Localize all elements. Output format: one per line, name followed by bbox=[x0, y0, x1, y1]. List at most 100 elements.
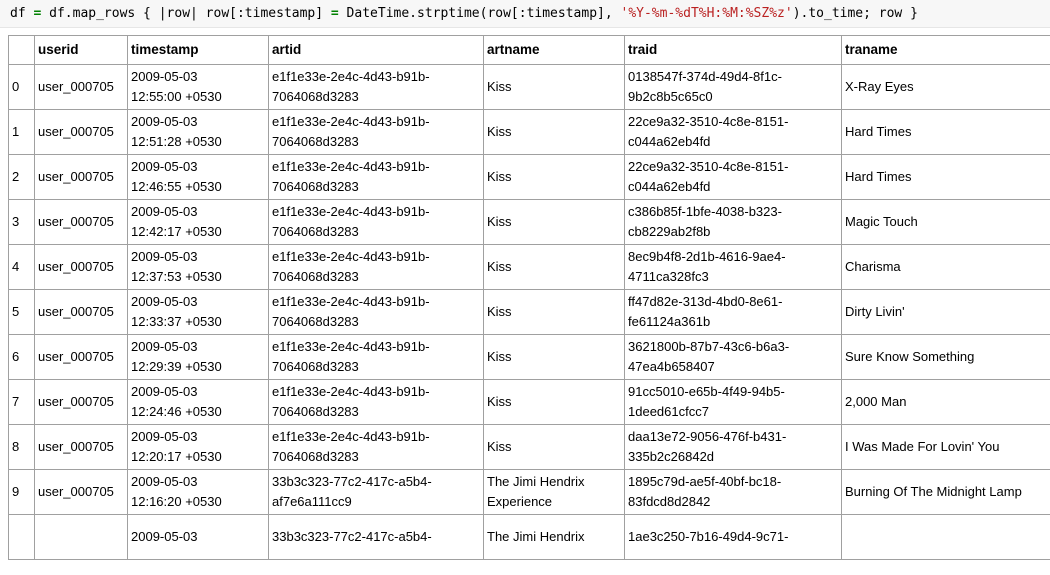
cell-artname-line: Kiss bbox=[487, 349, 512, 364]
cell-traid-line: 83fdcd8d2842 bbox=[628, 494, 710, 509]
cell-artid: 33b3c323-77c2-417c-a5b4-af7e6a111cc9 bbox=[269, 470, 484, 515]
table-row: 1user_0007052009-05-0312:51:28 +0530e1f1… bbox=[9, 110, 1050, 155]
cell-artid-line: 7064068d3283 bbox=[272, 449, 359, 464]
cell-traid-line: fe61124a361b bbox=[628, 314, 710, 329]
code-token: df bbox=[10, 6, 33, 21]
cell-artname: Kiss bbox=[484, 245, 625, 290]
code-token: ).to_time; row } bbox=[793, 6, 918, 21]
cell-traname: I Was Made For Lovin' You bbox=[842, 425, 1050, 470]
cell-timestamp-line: 12:37:53 +0530 bbox=[131, 269, 222, 284]
cell-traid-line: 1895c79d-ae5f-40bf-bc18- bbox=[628, 474, 781, 489]
cell-traid-line: 47ea4b658407 bbox=[628, 359, 715, 374]
row-index: 6 bbox=[9, 335, 35, 380]
cell-userid: user_000705 bbox=[35, 380, 128, 425]
dataframe-table: userid timestamp artid artname traid tra… bbox=[8, 35, 1050, 560]
cell-traname: Hard Times bbox=[842, 110, 1050, 155]
cell-timestamp-line: 12:55:00 +0530 bbox=[131, 89, 222, 104]
cell-artname-line: Kiss bbox=[487, 394, 512, 409]
code-token: DateTime.strptime(row[:timestamp], bbox=[339, 6, 621, 21]
cell-artid-line: 7064068d3283 bbox=[272, 269, 359, 284]
cell-artid-line: 7064068d3283 bbox=[272, 89, 359, 104]
cell-traid: 0138547f-374d-49d4-8f1c-9b2c8b5c65c0 bbox=[625, 65, 842, 110]
cell-artname-line: Kiss bbox=[487, 439, 512, 454]
cell-artid-line: e1f1e33e-2e4c-4d43-b91b- bbox=[272, 294, 430, 309]
cell-traname: Burning Of The Midnight Lamp bbox=[842, 470, 1050, 515]
row-index: 7 bbox=[9, 380, 35, 425]
cell-artname-line: Kiss bbox=[487, 79, 512, 94]
table-row: 4user_0007052009-05-0312:37:53 +0530e1f1… bbox=[9, 245, 1050, 290]
dataframe-output: userid timestamp artid artname traid tra… bbox=[8, 35, 1050, 575]
cell-artname-line: Kiss bbox=[487, 259, 512, 274]
cell-traname bbox=[842, 515, 1050, 560]
cell-timestamp-line: 2009-05-03 bbox=[131, 429, 198, 444]
cell-traid: 3621800b-87b7-43c6-b6a3- 47ea4b658407 bbox=[625, 335, 842, 380]
cell-timestamp: 2009-05-0312:24:46 +0530 bbox=[128, 380, 269, 425]
cell-artname: Kiss bbox=[484, 290, 625, 335]
cell-artname: Kiss bbox=[484, 335, 625, 380]
cell-traid: 91cc5010-e65b-4f49-94b5-1deed61cfcc7 bbox=[625, 380, 842, 425]
cell-userid: user_000705 bbox=[35, 245, 128, 290]
cell-timestamp-line: 2009-05-03 bbox=[131, 339, 198, 354]
cell-traid-line: 8ec9b4f8-2d1b-4616-9ae4- bbox=[628, 249, 786, 264]
table-row: 3user_0007052009-05-0312:42:17 +0530e1f1… bbox=[9, 200, 1050, 245]
cell-artname: Kiss bbox=[484, 110, 625, 155]
cell-traid: 8ec9b4f8-2d1b-4616-9ae4- 4711ca328fc3 bbox=[625, 245, 842, 290]
cell-traid-line: 22ce9a32-3510-4c8e-8151- bbox=[628, 159, 788, 174]
cell-artid-line: e1f1e33e-2e4c-4d43-b91b- bbox=[272, 429, 430, 444]
cell-traid-line: 3621800b-87b7-43c6-b6a3- bbox=[628, 339, 789, 354]
row-index: 2 bbox=[9, 155, 35, 200]
cell-timestamp-line: 12:29:39 +0530 bbox=[131, 359, 222, 374]
cell-artid-line: 7064068d3283 bbox=[272, 179, 359, 194]
cell-artname-line: Kiss bbox=[487, 304, 512, 319]
cell-artid-line: 33b3c323-77c2-417c-a5b4- bbox=[272, 474, 432, 489]
cell-timestamp-line: 2009-05-03 bbox=[131, 249, 198, 264]
cell-traid-line: 22ce9a32-3510-4c8e-8151- bbox=[628, 114, 788, 129]
cell-artid-line: e1f1e33e-2e4c-4d43-b91b- bbox=[272, 69, 430, 84]
cell-artid: e1f1e33e-2e4c-4d43-b91b-7064068d3283 bbox=[269, 200, 484, 245]
cell-traid-line: cb8229ab2f8b bbox=[628, 224, 710, 239]
cell-artid: e1f1e33e-2e4c-4d43-b91b-7064068d3283 bbox=[269, 245, 484, 290]
cell-traid-line: 4711ca328fc3 bbox=[628, 269, 709, 284]
cell-userid: user_000705 bbox=[35, 290, 128, 335]
cell-artid-line: 7064068d3283 bbox=[272, 404, 359, 419]
cell-timestamp-line: 2009-05-03 bbox=[131, 474, 198, 489]
cell-userid: user_000705 bbox=[35, 110, 128, 155]
cell-traid-line: daa13e72-9056-476f-b431- bbox=[628, 429, 786, 444]
cell-traid: ff47d82e-313d-4bd0-8e61- fe61124a361b bbox=[625, 290, 842, 335]
cell-timestamp-line: 2009-05-03 bbox=[131, 294, 198, 309]
column-header-artid: artid bbox=[269, 36, 484, 65]
cell-artname: Kiss bbox=[484, 65, 625, 110]
cell-timestamp: 2009-05-03 12:29:39 +0530 bbox=[128, 335, 269, 380]
cell-artname-line: Kiss bbox=[487, 169, 512, 184]
cell-traname: Dirty Livin' bbox=[842, 290, 1050, 335]
cell-traid-line: 335b2c26842d bbox=[628, 449, 714, 464]
cell-traid-line: c044a62eb4fd bbox=[628, 134, 710, 149]
table-row: 9user_0007052009-05-0312:16:20 +053033b3… bbox=[9, 470, 1050, 515]
cell-traname: Charisma bbox=[842, 245, 1050, 290]
code-token: = bbox=[331, 6, 339, 21]
table-row: 0user_0007052009-05-0312:55:00 +0530e1f1… bbox=[9, 65, 1050, 110]
cell-artname: The Jimi Hendrix bbox=[484, 515, 625, 560]
table-body: 0user_0007052009-05-0312:55:00 +0530e1f1… bbox=[9, 65, 1050, 560]
cell-artid-line: e1f1e33e-2e4c-4d43-b91b- bbox=[272, 114, 430, 129]
header-row: userid timestamp artid artname traid tra… bbox=[9, 36, 1050, 65]
table-row: 7user_0007052009-05-0312:24:46 +0530e1f1… bbox=[9, 380, 1050, 425]
row-index: 5 bbox=[9, 290, 35, 335]
cell-traid-line: ff47d82e-313d-4bd0-8e61- bbox=[628, 294, 782, 309]
cell-timestamp: 2009-05-03 12:37:53 +0530 bbox=[128, 245, 269, 290]
cell-traid: daa13e72-9056-476f-b431- 335b2c26842d bbox=[625, 425, 842, 470]
table-row: 8user_0007052009-05-0312:20:17 +0530e1f1… bbox=[9, 425, 1050, 470]
cell-traid-line: c386b85f-1bfe-4038-b323- bbox=[628, 204, 782, 219]
cell-timestamp-line: 2009-05-03 bbox=[131, 204, 198, 219]
code-token: df.map_rows { |row| row[:timestamp] bbox=[41, 6, 331, 21]
cell-traname: Magic Touch bbox=[842, 200, 1050, 245]
cell-traname: Sure Know Something bbox=[842, 335, 1050, 380]
cell-artid: e1f1e33e-2e4c-4d43-b91b-7064068d3283 bbox=[269, 380, 484, 425]
cell-timestamp-line: 12:51:28 +0530 bbox=[131, 134, 222, 149]
cell-artid: e1f1e33e-2e4c-4d43-b91b- 7064068d3283 bbox=[269, 425, 484, 470]
code-cell[interactable]: df = df.map_rows { |row| row[:timestamp]… bbox=[0, 0, 1050, 28]
cell-artname: Kiss bbox=[484, 425, 625, 470]
cell-traid: 22ce9a32-3510-4c8e-8151-c044a62eb4fd bbox=[625, 155, 842, 200]
cell-artname: Kiss bbox=[484, 155, 625, 200]
cell-timestamp-line: 12:20:17 +0530 bbox=[131, 449, 222, 464]
